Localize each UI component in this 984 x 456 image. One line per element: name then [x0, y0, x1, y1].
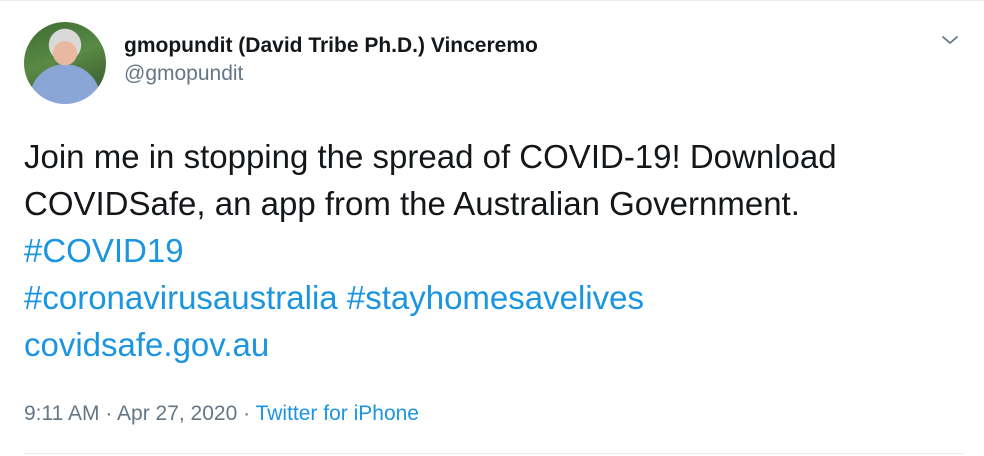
top-divider [0, 0, 984, 1]
hashtag-link-coronavirusaustralia[interactable]: #coronavirusaustralia [24, 279, 338, 316]
author-display-name[interactable]: gmopundit (David Tribe Ph.D.) Vinceremo [124, 32, 538, 60]
tweet-text: Join me in stopping the spread of COVID-… [24, 133, 964, 368]
bottom-divider [24, 453, 964, 454]
tweet-text-line: COVIDSafe, an app from the Australian Go… [24, 185, 800, 222]
author-handle[interactable]: @gmopundit [124, 60, 538, 88]
tweet-header: gmopundit (David Tribe Ph.D.) Vinceremo … [24, 22, 964, 104]
tweet-source-link[interactable]: Twitter for iPhone [256, 402, 419, 425]
tweet-meta: 9:11 AM · Apr 27, 2020 · Twitter for iPh… [24, 399, 419, 429]
hashtag-link-stayhomesavelives[interactable]: #stayhomesavelives [347, 279, 644, 316]
author-block: gmopundit (David Tribe Ph.D.) Vinceremo … [124, 32, 538, 88]
meta-separator: · [99, 402, 118, 425]
avatar[interactable] [24, 22, 106, 104]
chevron-down-icon[interactable] [938, 28, 962, 52]
meta-separator: · [237, 402, 256, 425]
url-link[interactable]: covidsafe.gov.au [24, 326, 269, 363]
tweet-text-line: Join me in stopping the spread of COVID-… [24, 138, 837, 175]
tweet-time[interactable]: 9:11 AM [24, 402, 100, 425]
tweet-date[interactable]: Apr 27, 2020 [117, 402, 237, 425]
hashtag-link-covid19[interactable]: #COVID19 [24, 232, 184, 269]
